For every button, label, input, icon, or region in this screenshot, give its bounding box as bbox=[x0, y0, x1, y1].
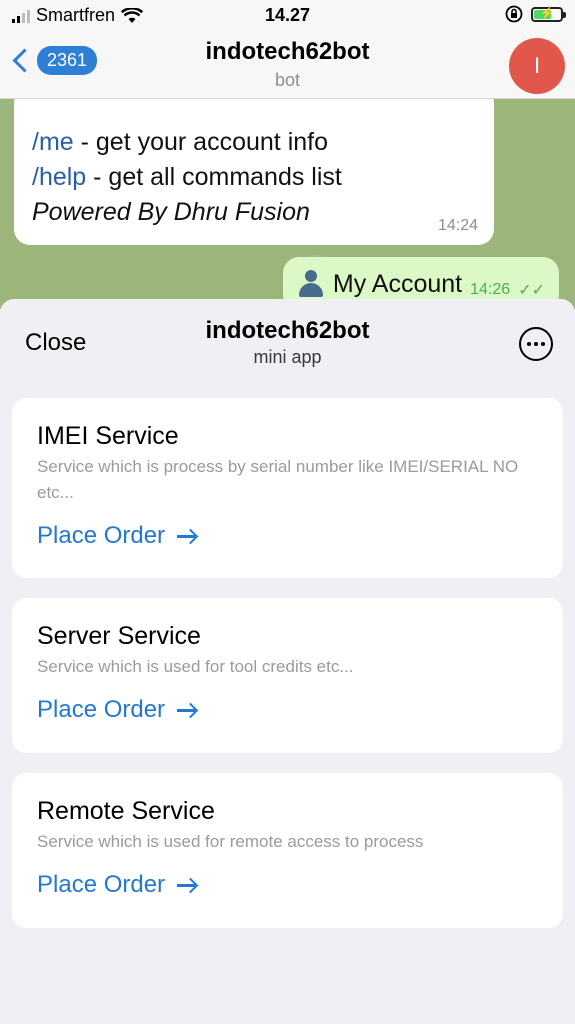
place-order-link[interactable]: Place Order bbox=[37, 871, 197, 899]
message-line-me: /me - get your account info bbox=[32, 125, 476, 160]
command-link-me[interactable]: /me bbox=[32, 128, 74, 156]
message-timestamp: 14:24 bbox=[437, 217, 478, 234]
service-card-remote: Remote Service Service which is used for… bbox=[12, 773, 563, 928]
orientation-lock-icon bbox=[505, 5, 523, 23]
place-order-link[interactable]: Place Order bbox=[37, 522, 197, 550]
service-card-imei: IMEI Service Service which is process by… bbox=[12, 398, 563, 578]
chat-background: /me - get your account info /help - get … bbox=[0, 99, 575, 309]
command-desc-help: - get all commands list bbox=[86, 163, 342, 191]
place-order-label: Place Order bbox=[37, 522, 166, 549]
command-desc-me: - get your account info bbox=[73, 128, 328, 156]
more-options-button[interactable] bbox=[519, 327, 553, 361]
service-description: Service which is process by serial numbe… bbox=[37, 457, 519, 502]
service-title: Remote Service bbox=[37, 797, 215, 825]
arrow-right-icon bbox=[177, 878, 197, 892]
chat-title[interactable]: indotech62bot bbox=[0, 38, 575, 66]
incoming-message[interactable]: /me - get your account info /help - get … bbox=[14, 99, 494, 245]
mini-app-subtitle: mini app bbox=[253, 347, 322, 367]
status-bar: Smartfren 14.27 ⚡ bbox=[0, 0, 575, 32]
outgoing-timestamp: 14:26 bbox=[470, 281, 511, 298]
mini-app-title: indotech62bot bbox=[205, 317, 370, 344]
message-line-help: /help - get all commands list bbox=[32, 160, 476, 195]
service-description: Service which is used for tool credits e… bbox=[37, 657, 354, 676]
service-card-server: Server Service Service which is used for… bbox=[12, 598, 563, 753]
double-check-icon: ✓✓ bbox=[518, 282, 545, 299]
chat-header: 2361 indotech62bot bot I bbox=[0, 32, 575, 99]
mini-app-sheet: Close indotech62bot mini app IMEI Servic… bbox=[0, 299, 575, 1024]
service-description: Service which is used for remote access … bbox=[37, 832, 424, 851]
avatar[interactable]: I bbox=[509, 38, 565, 94]
service-title: Server Service bbox=[37, 622, 201, 650]
outgoing-message-text: My Account bbox=[332, 269, 463, 298]
powered-by-text: Powered By Dhru Fusion bbox=[32, 198, 310, 226]
battery-icon: ⚡ bbox=[531, 6, 566, 22]
arrow-right-icon bbox=[177, 529, 197, 543]
chat-subtitle: bot bbox=[274, 70, 301, 90]
place-order-label: Place Order bbox=[37, 696, 166, 723]
place-order-link[interactable]: Place Order bbox=[37, 696, 197, 724]
arrow-right-icon bbox=[177, 703, 197, 717]
service-title: IMEI Service bbox=[37, 422, 179, 450]
status-right: ⚡ bbox=[505, 5, 566, 23]
command-link-help[interactable]: /help bbox=[32, 163, 86, 191]
mini-app-header: Close indotech62bot mini app bbox=[0, 299, 575, 389]
place-order-label: Place Order bbox=[37, 871, 166, 898]
clock: 14.27 bbox=[264, 5, 311, 25]
person-icon bbox=[297, 270, 325, 298]
